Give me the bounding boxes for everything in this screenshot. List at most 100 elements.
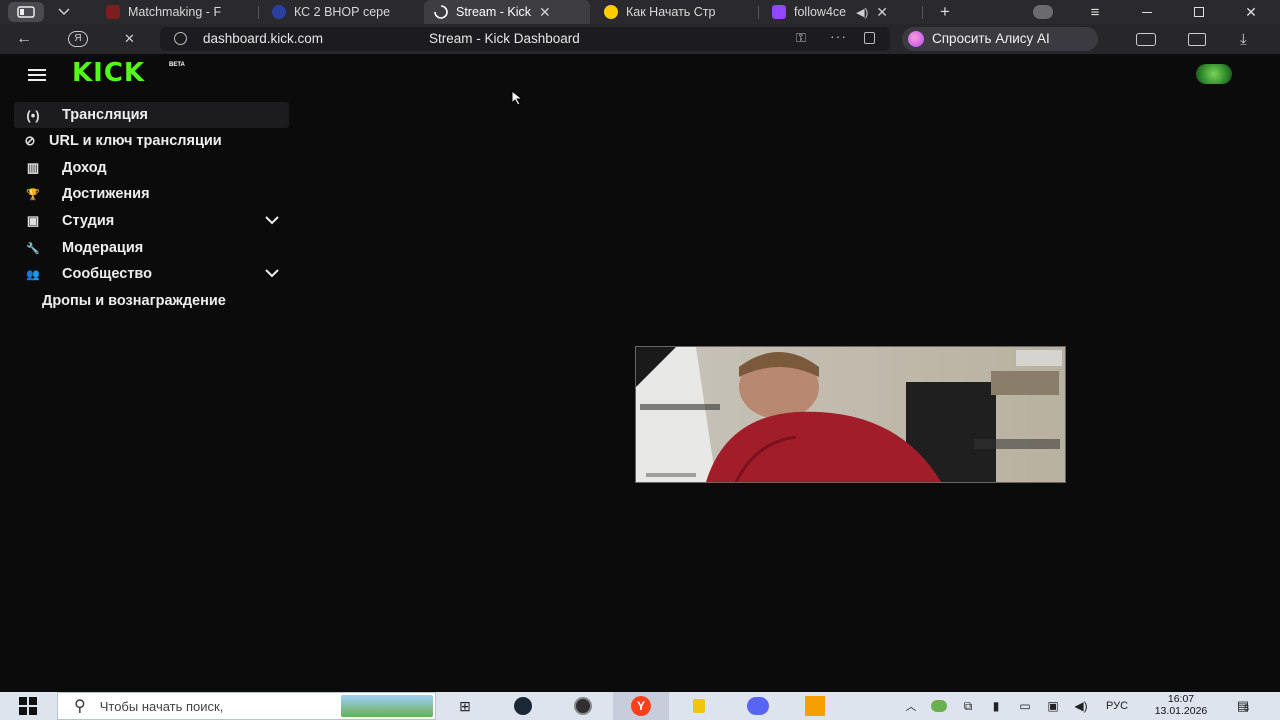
clock[interactable]: 16:07 13.01.2026 (1142, 693, 1220, 719)
tray-mic-button[interactable]: ▮ (986, 692, 1006, 720)
tab-kick-stream[interactable]: Stream - Kick ✕ (424, 0, 590, 24)
task-view-icon: ⊞ (459, 697, 471, 714)
close-icon: ✕ (1245, 3, 1257, 20)
arrow-left-icon: ← (16, 30, 32, 47)
tray-camera-button[interactable]: ⧉ (958, 692, 978, 720)
close-tab-icon[interactable]: ✕ (539, 4, 551, 21)
browser-menu-button[interactable] (8, 2, 44, 22)
yandex-browser-taskbar-button[interactable]: Y (613, 692, 669, 720)
task-view-button[interactable]: ⊞ (452, 692, 478, 720)
close-window-button[interactable]: ✕ (1238, 0, 1264, 24)
discord-taskbar-button[interactable] (742, 692, 774, 720)
cast-button[interactable] (1136, 24, 1162, 54)
url-field[interactable]: dashboard.kick.com Stream - Kick Dashboa… (160, 27, 890, 51)
tab-matchmaking[interactable]: Matchmaking - F (96, 0, 256, 24)
nav-label: Модерация (62, 240, 144, 256)
nav-label: Трансляция (62, 107, 149, 123)
obs-taskbar-button[interactable] (566, 692, 600, 720)
restore-button[interactable] (1186, 0, 1212, 24)
search-placeholder: Чтобы начать поиск, (99, 698, 224, 714)
downloads-button[interactable]: ⤓ (1240, 24, 1266, 54)
ask-alice-button[interactable]: Спросить Алису AI (902, 27, 1098, 51)
cast-icon (1136, 32, 1156, 46)
microphone-icon: ▮ (992, 699, 1000, 713)
new-tab-button[interactable]: + (932, 0, 958, 24)
site-info-icon[interactable] (174, 32, 187, 45)
permissions-icon[interactable]: ⚿ (796, 30, 806, 46)
notification-count: 8 (1244, 703, 1250, 713)
extensions-button[interactable] (1188, 24, 1214, 54)
alice-label: Спросить Алису AI (932, 31, 1050, 46)
lock-taskbar-button[interactable] (686, 692, 712, 720)
tab-list-button[interactable] (52, 0, 76, 24)
bookmark-icon[interactable] (864, 32, 875, 44)
nav-item-studio[interactable]: ▣ Студия (14, 208, 289, 234)
profile-button[interactable] (1030, 0, 1056, 24)
users-icon: 👥 (26, 268, 40, 281)
stop-loading-button[interactable]: ✕ (124, 24, 140, 54)
menu-button[interactable]: ≡ (1082, 0, 1108, 24)
sidebar-toggle-button[interactable] (26, 68, 48, 81)
steam-taskbar-button[interactable] (508, 692, 538, 720)
extensions-icon (1188, 32, 1206, 46)
taskbar-search-input[interactable]: ⚲ Чтобы начать поиск, (57, 692, 436, 720)
nav-item-community[interactable]: 👥 Сообщество (14, 261, 289, 287)
volume-button[interactable]: ◀) (1070, 692, 1092, 720)
network-button[interactable]: ▣ (1042, 692, 1064, 720)
nav-item-revenue[interactable]: ▥ Доход (14, 155, 289, 181)
url-text: dashboard.kick.com (203, 31, 324, 46)
stream-preview[interactable] (635, 346, 1066, 483)
nav-item-achievements[interactable]: 🏆 Достижения (14, 181, 289, 207)
nav-item-moderation[interactable]: 🔧 Модерация (14, 235, 289, 261)
twitch-favicon-icon (772, 5, 786, 19)
user-avatar[interactable] (1196, 64, 1232, 84)
discord-icon (747, 697, 769, 715)
nav-label: Дропы и вознаграждение (42, 293, 226, 309)
windows-logo-icon (19, 697, 37, 715)
trophy-icon: 🏆 (26, 188, 40, 201)
tab-title: follow4ce (794, 5, 847, 19)
chart-icon: ▥ (26, 160, 40, 175)
nav-subitem-drops[interactable]: Дропы и вознаграждение (42, 288, 292, 314)
language-indicator[interactable]: РУС (1100, 692, 1134, 720)
tray-app-button[interactable] (928, 692, 950, 720)
notifications-button[interactable]: ▤ 8 (1230, 692, 1256, 720)
nav-label: URL и ключ трансляции (49, 133, 222, 149)
speaker-icon[interactable]: ◀) (856, 6, 868, 19)
clock-time: 16:07 (1167, 693, 1195, 705)
tab-cs2-servers[interactable]: КС 2 ВНОР сере (262, 0, 420, 24)
hamburger-icon: ≡ (1090, 3, 1100, 21)
show-hidden-icons-button[interactable]: ︿ (902, 692, 920, 720)
link-icon: ⊘ (24, 133, 36, 148)
nav-label: Достижения (62, 186, 150, 202)
tab-title: КС 2 ВНОР сере (294, 5, 391, 19)
windows-taskbar: ⚲ Чтобы начать поиск, ⊞ Y ︿ ⧉ ▮ ▭ ▣ ◀) Р… (0, 692, 1280, 720)
browser-address-bar: ← Я ✕ dashboard.kick.com Stream - Kick D… (0, 24, 1280, 54)
start-button[interactable] (12, 692, 44, 720)
hamburger-icon (28, 69, 46, 81)
tab-follow4ce[interactable]: follow4ce ◀) ✕ (762, 0, 918, 24)
yandex-button[interactable]: Я (68, 24, 92, 54)
loading-spinner-icon (434, 5, 448, 19)
minimize-button[interactable] (1134, 0, 1160, 24)
yandex-logo-icon: Я (68, 31, 88, 47)
nav-label: Сообщество (62, 266, 152, 282)
close-tab-icon[interactable]: ✕ (876, 4, 888, 21)
nav-item-broadcast[interactable]: (•) Трансляция (14, 102, 289, 128)
chevron-down-icon[interactable] (265, 213, 279, 227)
yandex-video-favicon-icon (604, 5, 618, 19)
search-icon: ⚲ (74, 698, 86, 715)
chevron-down-icon[interactable] (265, 266, 279, 280)
faceit-icon (805, 696, 825, 716)
back-button[interactable]: ← (16, 24, 40, 54)
download-icon: ⤓ (1240, 30, 1247, 48)
tray-display-button[interactable]: ▭ (1014, 692, 1036, 720)
more-options-icon[interactable]: ··· (830, 28, 847, 44)
kick-logo[interactable]: KICK BETA (72, 58, 185, 90)
nav-item-url-and-key[interactable]: ⊘ URL и ключ трансляции (14, 128, 289, 154)
obs-icon (574, 697, 592, 715)
tab-how-to-stream[interactable]: Как Начать Стр (594, 0, 754, 24)
minimize-icon (1142, 11, 1152, 13)
steam-icon (514, 697, 532, 715)
faceit-taskbar-button[interactable] (800, 692, 830, 720)
